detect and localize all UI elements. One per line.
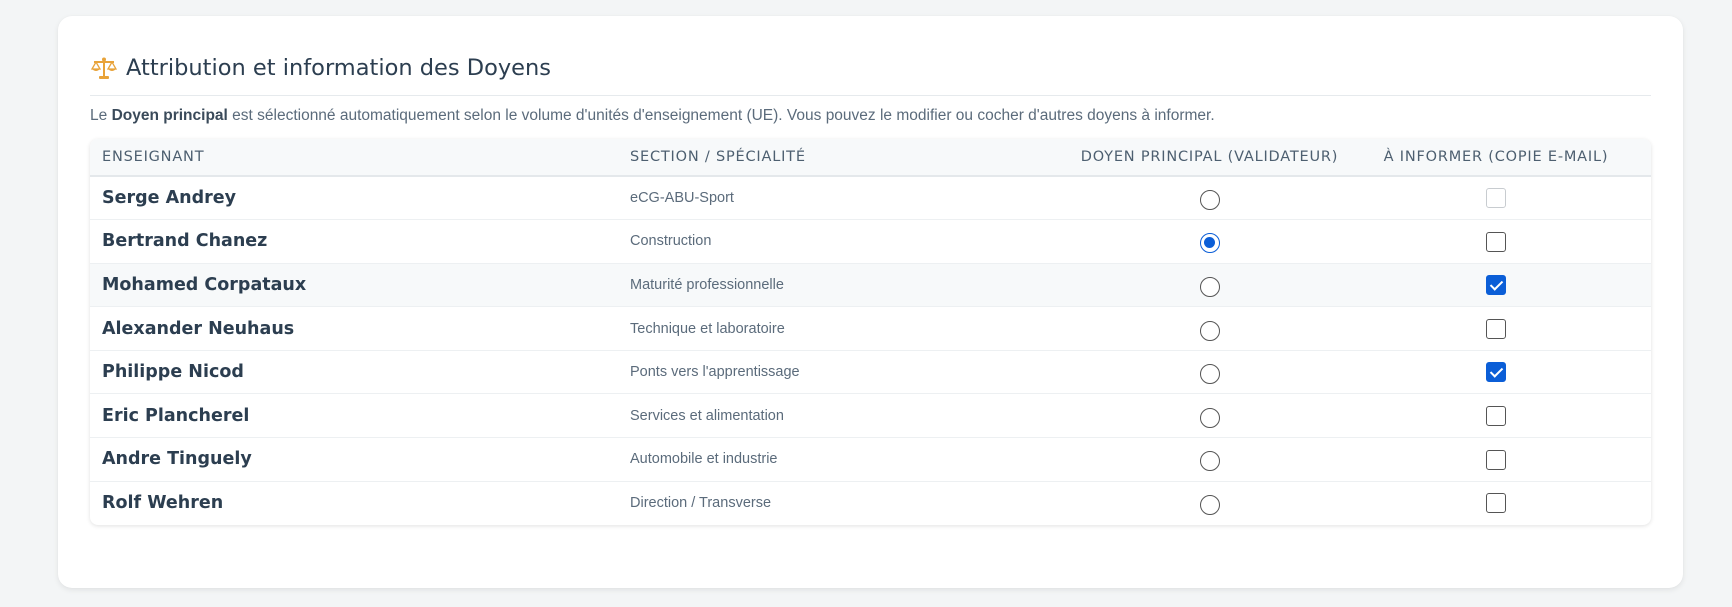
deans-table: Enseignant Section / Spécialité Doyen pr… <box>90 139 1651 525</box>
balance-scale-icon <box>90 54 118 82</box>
inform-cell <box>1341 307 1651 351</box>
inform-dean-checkbox[interactable] <box>1486 449 1506 470</box>
table-row: Eric Plancherel Services et alimentation <box>90 394 1651 438</box>
teacher-name: Rolf Wehren <box>102 493 224 514</box>
principal-dean-radio[interactable] <box>1199 320 1220 341</box>
page-title: Attribution et information des Doyens <box>126 54 551 81</box>
inform-cell <box>1341 263 1651 307</box>
table-row: Philippe Nicod Ponts vers l'apprentissage <box>90 350 1651 394</box>
teacher-section: Ponts vers l'apprentissage <box>630 364 800 381</box>
intro-bold: Doyen principal <box>111 107 228 124</box>
table-row: Serge Andrey eCG-ABU-Sport <box>90 176 1651 220</box>
table-row: Andre Tinguely Automobile et industrie <box>90 438 1651 482</box>
table-header-row: Enseignant Section / Spécialité Doyen pr… <box>90 139 1651 176</box>
teacher-section: Services et alimentation <box>630 407 784 424</box>
teacher-name: Andre Tinguely <box>102 449 252 470</box>
principal-dean-radio[interactable] <box>1199 190 1220 211</box>
inform-cell <box>1341 438 1651 482</box>
teacher-name: Philippe Nicod <box>102 362 244 383</box>
teacher-section: eCG-ABU-Sport <box>630 190 734 207</box>
teacher-name: Alexander Neuhaus <box>102 318 295 339</box>
principal-dean-radio[interactable] <box>1199 407 1220 428</box>
principal-cell <box>1078 350 1341 394</box>
column-header-section: Section / Spécialité <box>630 149 806 165</box>
teacher-section: Technique et laboratoire <box>630 320 785 337</box>
principal-cell <box>1078 394 1341 438</box>
teacher-name: Mohamed Corpataux <box>102 274 307 295</box>
table-row: Bertrand Chanez Construction <box>90 220 1651 264</box>
column-header-principal: Doyen principal (validateur) <box>1080 149 1339 165</box>
inform-dean-checkbox[interactable] <box>1486 318 1506 339</box>
teacher-section: Automobile et industrie <box>630 451 778 468</box>
teacher-name: Eric Plancherel <box>102 405 250 426</box>
principal-cell <box>1078 263 1341 307</box>
teacher-section: Direction / Transverse <box>630 495 772 512</box>
table-row: Rolf Wehren Direction / Transverse <box>90 481 1651 525</box>
principal-dean-radio[interactable] <box>1199 276 1220 297</box>
card-header: Attribution et information des Doyens <box>90 46 1651 96</box>
inform-cell <box>1341 394 1651 438</box>
intro-prefix: Le <box>90 107 112 124</box>
teacher-section: Maturité professionnelle <box>630 276 784 293</box>
teacher-name: Serge Andrey <box>102 188 237 209</box>
principal-dean-radio[interactable] <box>1199 451 1220 472</box>
table-row: Alexander Neuhaus Technique et laboratoir… <box>90 307 1651 351</box>
inform-cell <box>1341 220 1651 264</box>
teacher-name: Bertrand Chanez <box>102 231 268 252</box>
inform-dean-checkbox[interactable] <box>1486 406 1506 427</box>
column-header-inform: À informer (copie e-mail) <box>1383 149 1609 165</box>
inform-cell <box>1341 176 1651 220</box>
dean-assignment-card: Attribution et information des Doyens Le… <box>58 16 1683 588</box>
inform-dean-checkbox[interactable] <box>1486 362 1506 383</box>
inform-cell <box>1341 481 1651 525</box>
principal-cell <box>1078 481 1341 525</box>
teacher-section: Construction <box>630 233 712 250</box>
principal-cell <box>1078 176 1341 220</box>
principal-cell <box>1078 307 1341 351</box>
intro-text: Le Doyen principal est sélectionné autom… <box>90 106 1651 126</box>
principal-cell <box>1078 438 1341 482</box>
inform-dean-checkbox[interactable] <box>1486 493 1506 514</box>
principal-cell <box>1078 220 1341 264</box>
principal-dean-radio[interactable] <box>1199 364 1220 385</box>
principal-dean-radio[interactable] <box>1199 233 1220 254</box>
inform-cell <box>1341 350 1651 394</box>
table-row: Mohamed Corpataux Maturité professionnell… <box>90 263 1651 307</box>
intro-suffix: est sélectionné automatiquement selon le… <box>227 107 1215 124</box>
inform-dean-checkbox[interactable] <box>1486 275 1506 296</box>
inform-dean-checkbox[interactable] <box>1486 231 1506 252</box>
deans-table-wrapper: Enseignant Section / Spécialité Doyen pr… <box>90 139 1651 525</box>
inform-dean-checkbox <box>1486 188 1506 209</box>
principal-dean-radio[interactable] <box>1199 495 1220 516</box>
column-header-teacher: Enseignant <box>102 149 205 165</box>
